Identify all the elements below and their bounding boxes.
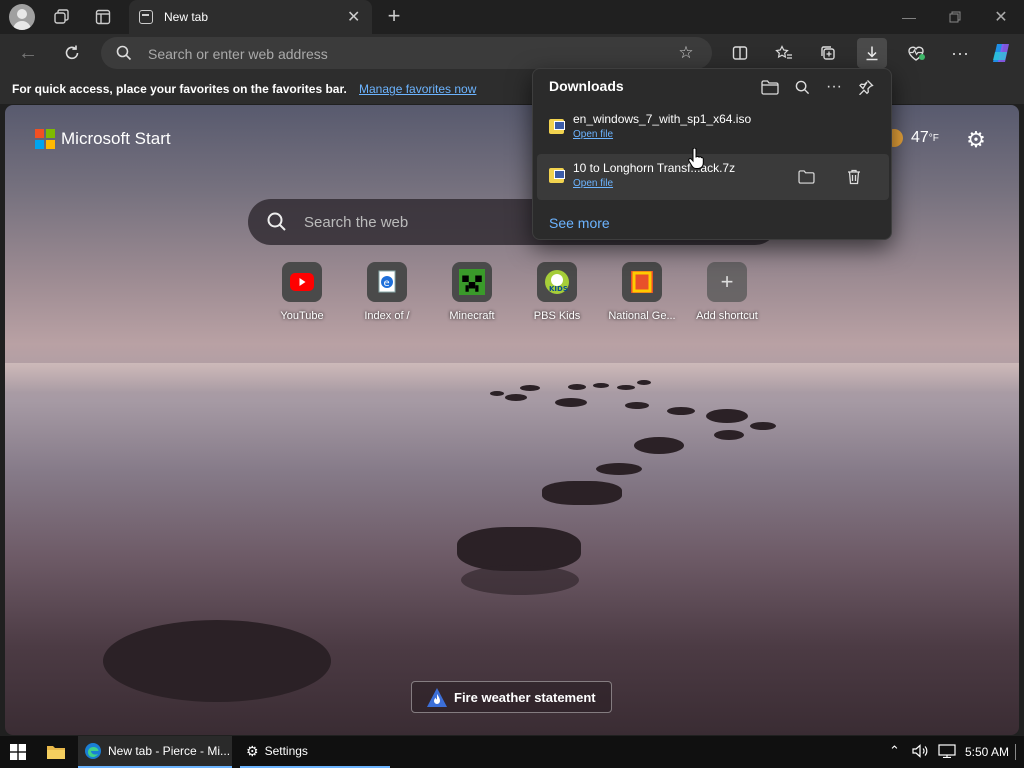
search-downloads-icon[interactable]	[790, 75, 814, 99]
shortcut-youtube[interactable]: YouTube	[267, 262, 337, 322]
search-icon	[115, 44, 133, 62]
clock[interactable]: 5:50 AM	[965, 745, 1009, 759]
show-hidden-icons-chevron-up-icon[interactable]: ⌃	[889, 743, 900, 759]
shortcut-national-geographic[interactable]: National Ge...	[607, 262, 677, 322]
search-icon	[266, 211, 288, 238]
open-file-link[interactable]: Open file	[573, 129, 613, 140]
iso-file-icon	[549, 119, 565, 134]
tab-new-tab[interactable]: New tab ✕	[129, 0, 372, 34]
windows-start-icon[interactable]	[0, 736, 36, 768]
restore-icon[interactable]	[943, 6, 967, 28]
settings-and-more-icon[interactable]: ···	[945, 38, 975, 68]
favorites-bar-message: For quick access, place your favorites o…	[12, 82, 347, 96]
tab-title: New tab	[164, 10, 209, 24]
new-tab-page-icon	[139, 10, 153, 24]
browser-essentials-icon[interactable]	[901, 38, 931, 68]
page-settings-gear-icon[interactable]: ⚙	[963, 127, 989, 153]
minecraft-creeper-icon	[452, 262, 492, 302]
add-favorite-star-icon[interactable]: ☆	[675, 42, 697, 64]
taskbar-item-label: Settings	[264, 744, 308, 758]
add-shortcut-button[interactable]: + Add shortcut	[692, 262, 762, 322]
back-icon[interactable]: ←	[14, 38, 42, 68]
shortcut-pbs-kids[interactable]: KIDS PBS Kids	[522, 262, 592, 322]
close-window-icon[interactable]: ✕	[989, 6, 1013, 28]
shortcut-label: Add shortcut	[696, 310, 758, 322]
windows-taskbar: New tab - Pierce - Mi... ⚙ Settings ⌃ 5:…	[0, 736, 1024, 768]
workspaces-icon[interactable]	[50, 6, 72, 28]
microsoft-start-label: Microsoft Start	[61, 129, 171, 148]
address-bar[interactable]: Search or enter web address ☆	[101, 37, 712, 69]
network-icon[interactable]	[938, 744, 956, 761]
national-geographic-icon	[622, 262, 662, 302]
volume-icon[interactable]	[912, 744, 930, 761]
minimize-icon[interactable]: —	[897, 6, 921, 28]
open-file-link[interactable]: Open file	[573, 178, 613, 189]
manage-favorites-link[interactable]: Manage favorites now	[359, 82, 476, 96]
shortcut-label: PBS Kids	[533, 310, 581, 322]
download-filename: 10 to Longhorn Transf...ack.7z	[573, 161, 736, 175]
address-placeholder: Search or enter web address	[148, 46, 328, 62]
temperature: 47	[911, 129, 929, 146]
ie-document-icon: e	[367, 262, 407, 302]
download-filename: en_windows_7_with_sp1_x64.iso	[573, 112, 752, 126]
open-downloads-folder-icon[interactable]	[758, 75, 782, 99]
fire-weather-label: Fire weather statement	[454, 690, 596, 705]
title-bar: New tab ✕ + — ✕	[0, 0, 1024, 34]
shortcut-label: National Ge...	[608, 310, 676, 322]
svg-text:e: e	[384, 278, 390, 289]
new-tab-button[interactable]: +	[383, 5, 405, 27]
notifications-icon[interactable]	[1015, 744, 1021, 760]
see-more-link[interactable]: See more	[549, 215, 610, 231]
profile-avatar-icon[interactable]	[9, 4, 35, 30]
collections-icon[interactable]	[813, 38, 843, 68]
taskbar-item-label: New tab - Pierce - Mi...	[108, 744, 231, 758]
taskbar-item-settings[interactable]: ⚙ Settings	[240, 736, 390, 768]
split-screen-icon[interactable]	[725, 38, 755, 68]
settings-gear-icon: ⚙	[246, 742, 259, 759]
youtube-icon	[282, 262, 322, 302]
fire-warning-icon	[426, 687, 448, 712]
taskbar-item-edge[interactable]: New tab - Pierce - Mi...	[78, 736, 232, 768]
temperature-unit: °F	[928, 132, 939, 144]
vertical-tabs-icon[interactable]	[92, 6, 114, 28]
more-options-icon[interactable]: ···	[822, 75, 846, 99]
hand-cursor-icon	[688, 147, 704, 175]
delete-trash-icon[interactable]	[843, 166, 865, 188]
shortcut-label: YouTube	[280, 310, 324, 322]
web-search-placeholder: Search the web	[304, 214, 409, 231]
shortcut-index-of[interactable]: e Index of /	[352, 262, 422, 322]
refresh-icon[interactable]	[58, 38, 86, 68]
microsoft-start-brand[interactable]: Microsoft Start	[35, 129, 171, 149]
close-tab-icon[interactable]: ✕	[347, 7, 360, 27]
shortcut-minecraft[interactable]: Minecraft	[437, 262, 507, 322]
svg-text:KIDS: KIDS	[549, 285, 568, 293]
show-in-folder-icon[interactable]	[795, 166, 817, 188]
pbs-kids-icon: KIDS	[537, 262, 577, 302]
weather-widget[interactable]: 47 °F	[885, 129, 939, 147]
downloads-icon[interactable]	[857, 38, 887, 68]
downloads-title: Downloads	[549, 78, 624, 94]
download-item[interactable]: 10 to Longhorn Transf...ack.7z Open file	[537, 154, 889, 200]
downloads-flyout: Downloads ··· en_windows_7_with_sp1_x64.…	[532, 68, 892, 240]
pin-icon[interactable]	[854, 75, 878, 99]
browser-toolbar: ← Search or enter web address ☆ ···	[0, 34, 1024, 72]
favorites-icon[interactable]	[769, 38, 799, 68]
file-explorer-icon[interactable]	[44, 742, 68, 762]
microsoft-logo-icon	[35, 129, 55, 149]
archive-file-icon	[549, 168, 565, 183]
edge-icon	[85, 743, 101, 759]
download-item[interactable]: en_windows_7_with_sp1_x64.iso Open file	[537, 105, 889, 151]
shortcut-label: Index of /	[364, 310, 410, 322]
copilot-icon[interactable]	[986, 38, 1016, 68]
background-horizon	[5, 363, 1019, 393]
plus-icon: +	[707, 262, 747, 302]
fire-weather-alert-button[interactable]: Fire weather statement	[411, 681, 612, 713]
shortcut-label: Minecraft	[449, 310, 495, 322]
